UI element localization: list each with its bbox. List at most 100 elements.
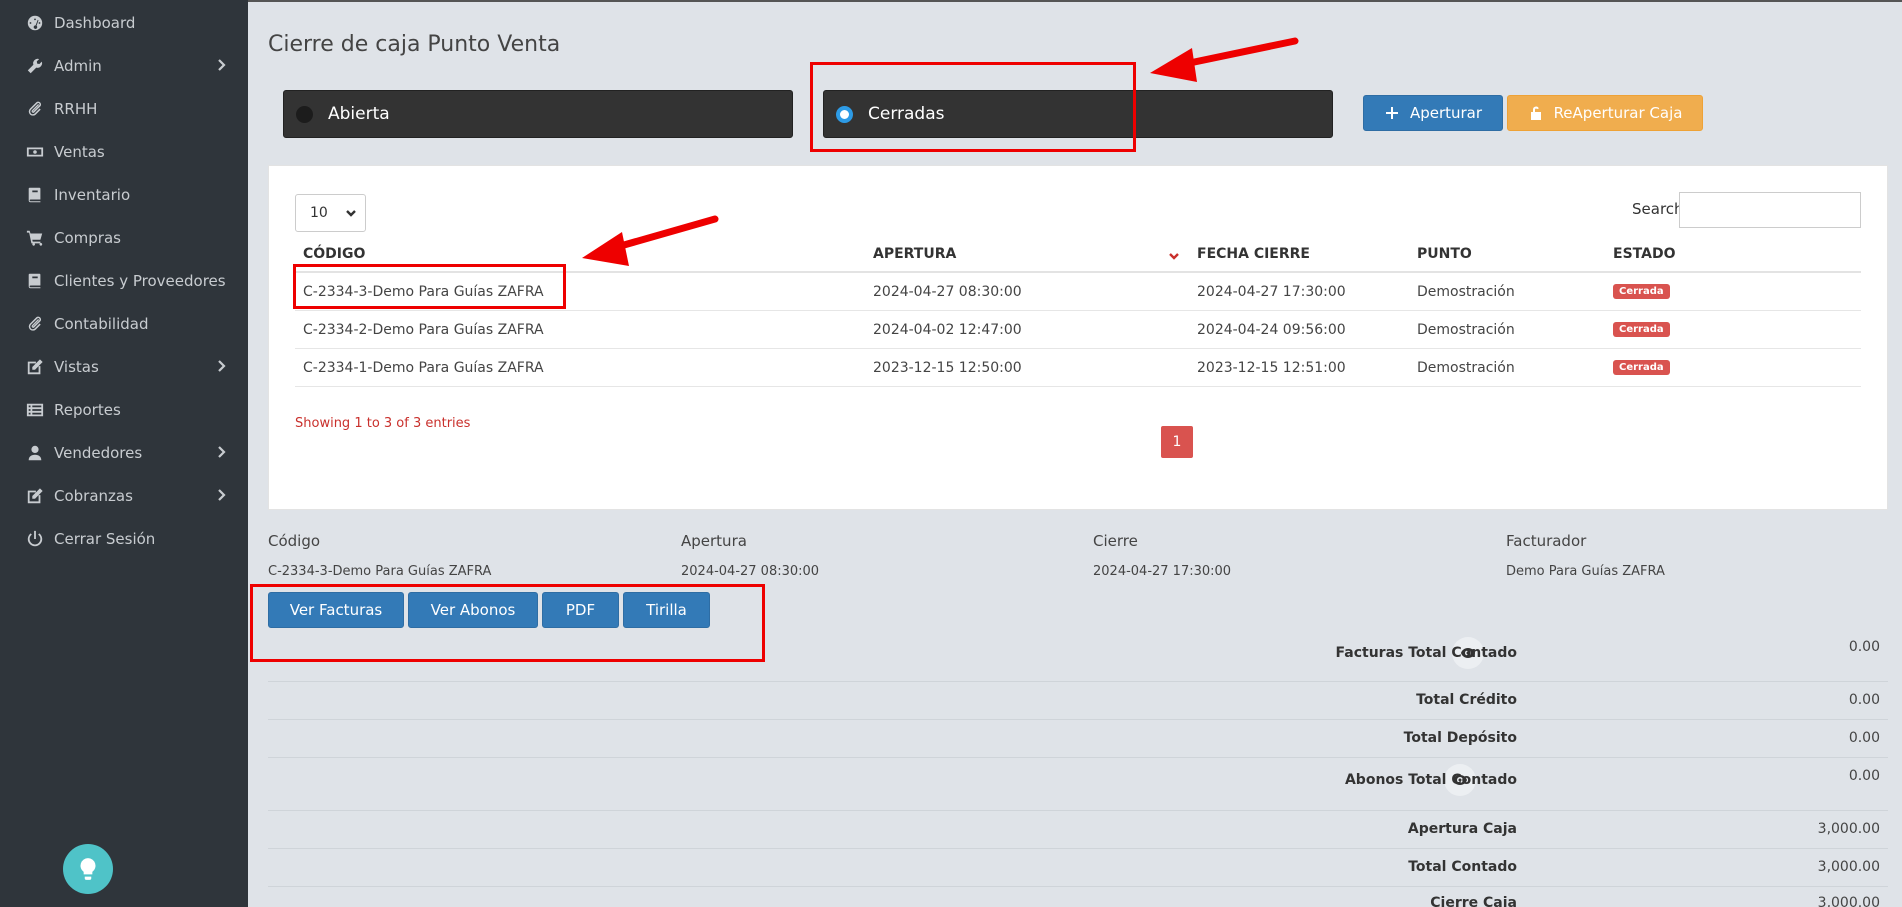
sidebar-item-inventario[interactable]: Inventario bbox=[0, 175, 248, 215]
summary-value: 0.00 bbox=[1848, 768, 1880, 784]
column-header-fecha-cierre[interactable]: FECHA CIERRE bbox=[1197, 246, 1310, 262]
radio-unchecked-icon bbox=[296, 105, 313, 123]
summary-label: Facturas Total Contado bbox=[1335, 645, 1517, 661]
sidebar-item-vistas[interactable]: Vistas bbox=[0, 347, 248, 387]
unlock-icon bbox=[1530, 106, 1541, 120]
summary-value: 3,000.00 bbox=[1817, 895, 1880, 907]
summary-label: Total Crédito bbox=[1416, 692, 1517, 708]
table-row[interactable]: C-2334-1-Demo Para Guías ZAFRA 2023-12-1… bbox=[295, 349, 1861, 387]
annotation-box-first-row bbox=[293, 264, 566, 309]
table-row[interactable]: C-2334-2-Demo Para Guías ZAFRA 2024-04-0… bbox=[295, 311, 1861, 349]
summary-value: 0.00 bbox=[1848, 639, 1880, 655]
chevron-right-icon bbox=[214, 445, 228, 459]
chevron-down-icon bbox=[345, 207, 357, 219]
reaperturar-caja-button[interactable]: ReAperturar Caja bbox=[1507, 95, 1703, 131]
column-header-estado[interactable]: ESTADO bbox=[1613, 246, 1675, 262]
radio-label: Abierta bbox=[328, 104, 390, 124]
summary-label: Total Contado bbox=[1408, 859, 1517, 875]
search-input[interactable] bbox=[1679, 192, 1861, 228]
cell-punto: Demostración bbox=[1417, 322, 1515, 338]
detail-value-cierre: 2024-04-27 17:30:00 bbox=[1093, 564, 1232, 579]
cart-icon bbox=[25, 228, 45, 248]
edit-icon bbox=[25, 357, 45, 377]
cell-apertura: 2024-04-02 12:47:00 bbox=[873, 322, 1022, 338]
summary-row-total-credito: Total Crédito 0.00 bbox=[268, 682, 1888, 720]
sidebar-item-admin[interactable]: Admin bbox=[0, 46, 248, 86]
status-badge: Cerrada bbox=[1613, 322, 1670, 337]
page-title: Cierre de caja Punto Venta bbox=[268, 32, 561, 57]
cell-punto: Demostración bbox=[1417, 284, 1515, 300]
cell-codigo: C-2334-1-Demo Para Guías ZAFRA bbox=[303, 360, 544, 376]
sidebar-item-clientes-proveedores[interactable]: Clientes y Proveedores bbox=[0, 261, 248, 301]
sidebar-item-label: Cerrar Sesión bbox=[54, 530, 156, 548]
sidebar-item-label: Cobranzas bbox=[54, 487, 133, 505]
detail-label-codigo: Código bbox=[268, 532, 321, 550]
detail-value-facturador: Demo Para Guías ZAFRA bbox=[1506, 564, 1665, 579]
summary-value: 3,000.00 bbox=[1817, 859, 1880, 875]
cell-codigo: C-2334-2-Demo Para Guías ZAFRA bbox=[303, 322, 544, 338]
cell-punto: Demostración bbox=[1417, 360, 1515, 376]
list-icon bbox=[25, 400, 45, 420]
sidebar-item-label: Compras bbox=[54, 229, 121, 247]
sidebar-item-cerrar-sesion[interactable]: Cerrar Sesión bbox=[0, 519, 248, 559]
sidebar-item-contabilidad[interactable]: Contabilidad bbox=[0, 304, 248, 344]
cell-fecha-cierre: 2024-04-27 17:30:00 bbox=[1197, 284, 1346, 300]
user-icon bbox=[25, 443, 45, 463]
lightbulb-icon bbox=[80, 858, 96, 880]
summary-value: 0.00 bbox=[1848, 692, 1880, 708]
lightbulb-help-button[interactable] bbox=[63, 844, 113, 894]
summary-row-apertura-caja: Apertura Caja 3,000.00 bbox=[268, 811, 1888, 849]
detail-label-apertura: Apertura bbox=[681, 532, 747, 550]
reaperturar-label: ReAperturar Caja bbox=[1553, 104, 1683, 122]
cell-apertura: 2024-04-27 08:30:00 bbox=[873, 284, 1022, 300]
sidebar: Dashboard Admin RRHH Ventas Inventario C… bbox=[0, 0, 248, 907]
column-header-punto[interactable]: PUNTO bbox=[1417, 246, 1472, 262]
sidebar-item-label: Admin bbox=[54, 57, 102, 75]
sidebar-item-label: Clientes y Proveedores bbox=[54, 272, 226, 290]
power-icon bbox=[25, 529, 45, 549]
annotation-box-action-buttons bbox=[250, 584, 765, 662]
sidebar-item-cobranzas[interactable]: Cobranzas bbox=[0, 476, 248, 516]
summary-row-total-deposito: Total Depósito 0.00 bbox=[268, 720, 1888, 758]
page-length-select[interactable]: 10 bbox=[295, 194, 366, 232]
detail-value-apertura: 2024-04-27 08:30:00 bbox=[681, 564, 820, 579]
money-icon bbox=[25, 142, 45, 162]
sidebar-item-compras[interactable]: Compras bbox=[0, 218, 248, 258]
status-badge: Cerrada bbox=[1613, 360, 1670, 375]
summary-label: Apertura Caja bbox=[1407, 821, 1517, 837]
summary-label: Cierre Caja bbox=[1430, 895, 1517, 907]
book-icon bbox=[25, 185, 45, 205]
sidebar-item-vendedores[interactable]: Vendedores bbox=[0, 433, 248, 473]
column-header-apertura[interactable]: APERTURA bbox=[873, 246, 956, 262]
edit-icon bbox=[25, 486, 45, 506]
status-badge: Cerrada bbox=[1613, 284, 1670, 299]
sidebar-item-rrhh[interactable]: RRHH bbox=[0, 89, 248, 129]
summary-value: 3,000.00 bbox=[1817, 821, 1880, 837]
radio-abierta[interactable]: Abierta bbox=[283, 90, 793, 138]
sidebar-item-label: Ventas bbox=[54, 143, 105, 161]
sidebar-item-ventas[interactable]: Ventas bbox=[0, 132, 248, 172]
page-length-value: 10 bbox=[310, 205, 328, 221]
wrench-icon bbox=[25, 56, 45, 76]
aperturar-label: Aperturar bbox=[1409, 104, 1483, 122]
sidebar-item-label: Vendedores bbox=[54, 444, 143, 462]
detail-label-facturador: Facturador bbox=[1506, 532, 1587, 550]
plus-icon bbox=[1385, 107, 1398, 119]
book-icon bbox=[25, 271, 45, 291]
sidebar-item-label: Dashboard bbox=[54, 14, 136, 32]
sidebar-item-dashboard[interactable]: Dashboard bbox=[0, 3, 248, 43]
summary-value: 0.00 bbox=[1848, 730, 1880, 746]
aperturar-button[interactable]: Aperturar bbox=[1363, 95, 1503, 131]
dashboard-icon bbox=[25, 13, 45, 33]
sidebar-item-label: Reportes bbox=[54, 401, 121, 419]
cell-fecha-cierre: 2023-12-15 12:51:00 bbox=[1197, 360, 1346, 376]
detail-value-codigo: C-2334-3-Demo Para Guías ZAFRA bbox=[268, 564, 492, 579]
cell-fecha-cierre: 2024-04-24 09:56:00 bbox=[1197, 322, 1346, 338]
column-header-codigo[interactable]: CÓDIGO bbox=[303, 246, 365, 262]
detail-label-cierre: Cierre bbox=[1093, 532, 1138, 550]
paperclip-icon bbox=[25, 314, 45, 334]
summary-label: Total Depósito bbox=[1403, 730, 1517, 746]
sidebar-item-reportes[interactable]: Reportes bbox=[0, 390, 248, 430]
summary-row-cierre-caja: Cierre Caja 3,000.00 bbox=[268, 887, 1888, 907]
pagination-page-1[interactable]: 1 bbox=[1161, 426, 1193, 458]
